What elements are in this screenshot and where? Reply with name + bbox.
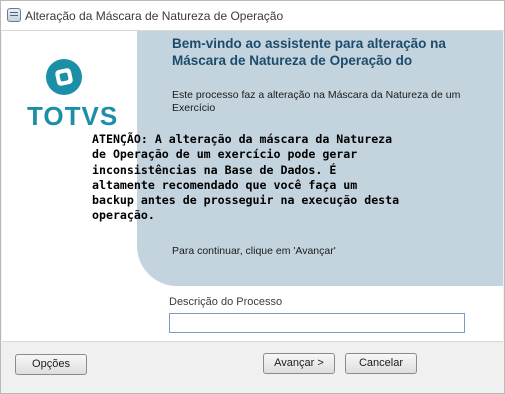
- welcome-title: Bem-vindo ao assistente para alteração n…: [172, 36, 446, 68]
- window-title: Alteração da Máscara de Natureza de Oper…: [25, 9, 284, 23]
- options-button[interactable]: Opções: [15, 354, 87, 375]
- next-button[interactable]: Avançar >: [263, 353, 335, 374]
- cancel-button[interactable]: Cancelar: [345, 353, 417, 374]
- process-description-input[interactable]: [169, 313, 465, 333]
- totvs-logo-icon: [46, 59, 82, 95]
- window-form-icon: [7, 8, 21, 22]
- wizard-window: Alteração da Máscara de Natureza de Oper…: [0, 0, 505, 394]
- continue-hint: Para continuar, clique em 'Avançar': [172, 245, 336, 257]
- totvs-logo-text: TOTVS: [27, 101, 119, 131]
- process-description-label: Descrição do Processo: [169, 296, 283, 308]
- footer-separator: [2, 341, 503, 342]
- title-bar: Alteração da Máscara de Natureza de Oper…: [1, 1, 504, 31]
- process-description-text: Este processo faz a alteração na Máscara…: [172, 89, 461, 114]
- wizard-content: TOTVS Bem-vindo ao assistente para alter…: [2, 31, 503, 341]
- warning-message: ATENÇÃO: A alteração da máscara da Natur…: [92, 132, 400, 223]
